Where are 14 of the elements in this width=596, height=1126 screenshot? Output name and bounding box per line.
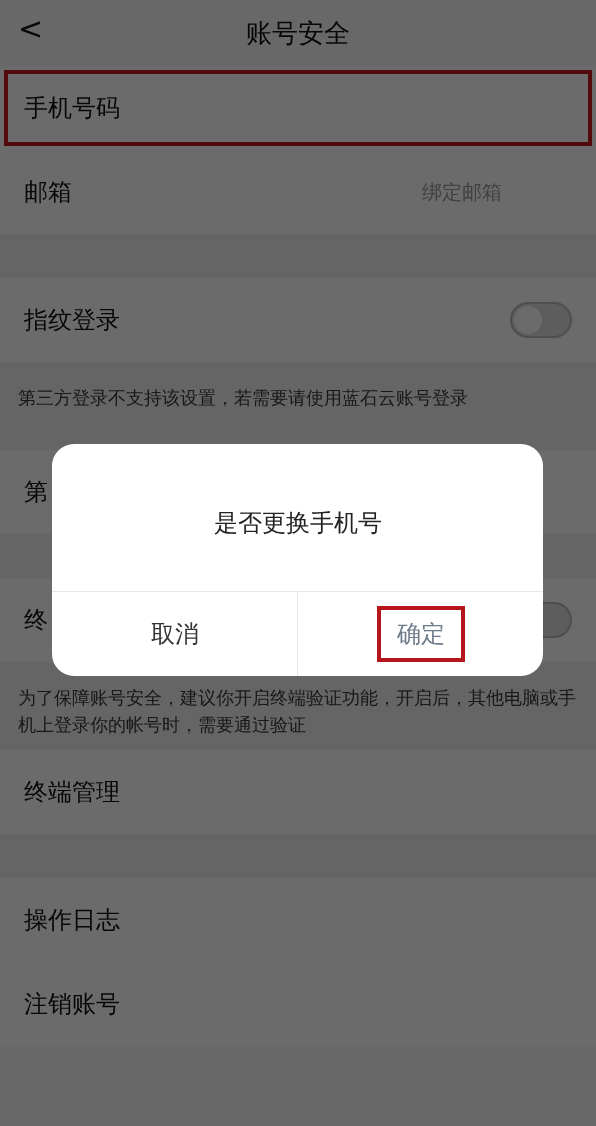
page-title: 账号安全 [246, 16, 350, 50]
row-label: 手机号码 [24, 93, 120, 124]
row-label: 操作日志 [24, 905, 120, 936]
row-label: 注销账号 [24, 989, 120, 1020]
row-label: 第 [24, 477, 48, 508]
dialog-button[interactable]: 取消 [134, 610, 215, 658]
back-button[interactable]: < [12, 10, 50, 47]
dialog-message: 是否更换手机号 [212, 507, 383, 539]
dialog-button[interactable]: 确定 [376, 606, 465, 662]
row-label: 邮箱 [24, 177, 72, 208]
row-label: 终端管理 [24, 777, 120, 808]
row-label: 指纹登录 [24, 305, 120, 336]
row-label: 终 [24, 605, 48, 636]
toggle-switch[interactable] [510, 302, 572, 338]
